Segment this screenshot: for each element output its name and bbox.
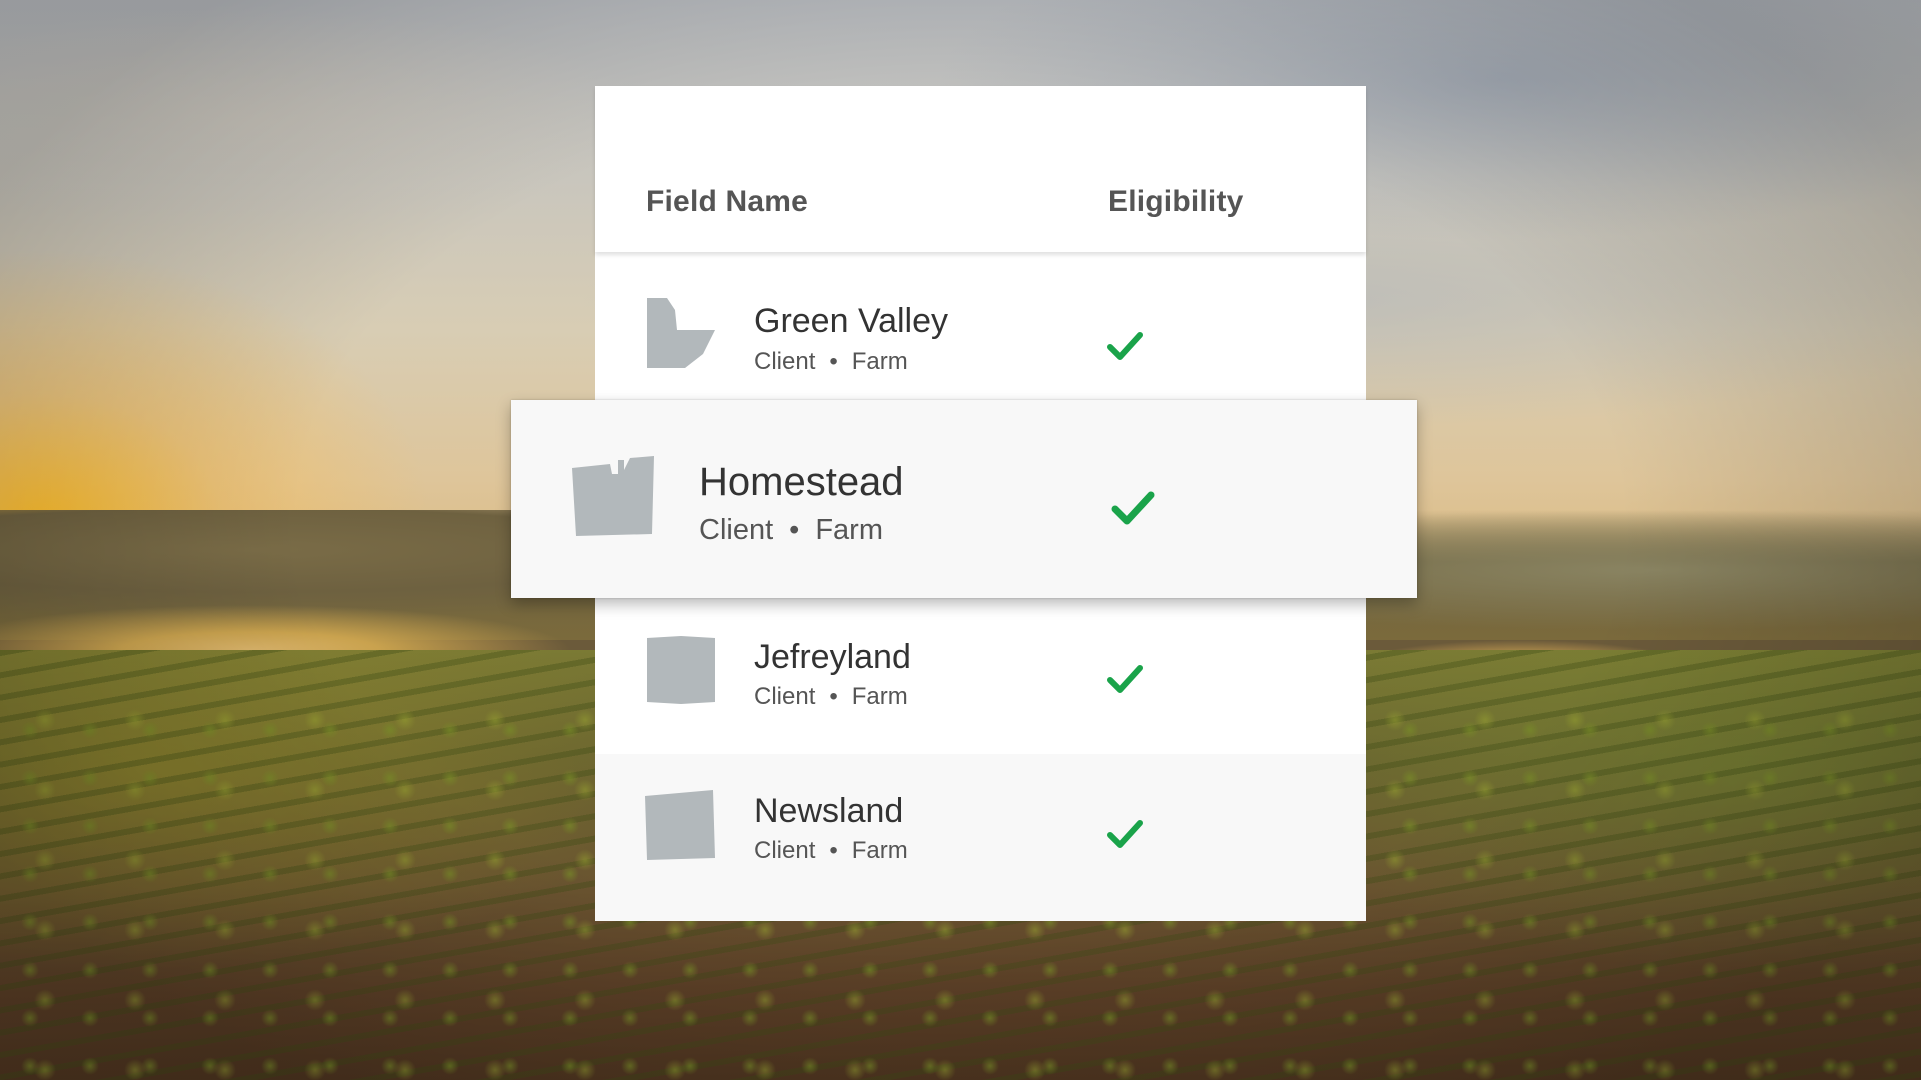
field-name: Green Valley [754, 302, 949, 340]
field-boundary-icon [647, 298, 715, 368]
separator-dot: • [789, 514, 800, 546]
column-header-field-name[interactable]: Field Name [646, 185, 808, 219]
client-label: Client [754, 683, 816, 710]
check-icon [1107, 665, 1143, 693]
check-icon [1107, 820, 1143, 848]
table-row[interactable]: Green Valley Client • Farm [595, 252, 1366, 419]
field-boundary-icon [572, 456, 654, 536]
field-meta: Client • Farm [754, 683, 908, 711]
farm-label: Farm [815, 514, 883, 546]
field-boundary-icon [647, 636, 715, 704]
farm-label: Farm [851, 348, 908, 375]
table-row-highlighted[interactable]: Homestead Client • Farm [511, 400, 1417, 598]
client-label: Client [699, 514, 774, 546]
check-icon [1107, 332, 1143, 360]
check-icon [1111, 491, 1155, 525]
client-label: Client [754, 837, 816, 864]
field-meta: Client • Farm [699, 514, 883, 547]
table-header: Field Name Eligibility [595, 86, 1366, 252]
field-meta: Client • Farm [754, 348, 908, 376]
table-row[interactable]: Jefreyland Client • Farm [595, 601, 1366, 769]
separator-dot: • [829, 348, 838, 375]
field-name: Jefreyland [754, 638, 911, 676]
field-name: Newsland [754, 792, 904, 830]
app-scene: Field Name Eligibility Green Valley Clie… [0, 0, 1921, 1080]
farm-label: Farm [851, 683, 908, 710]
farm-label: Farm [851, 837, 908, 864]
separator-dot: • [829, 837, 838, 864]
column-header-eligibility[interactable]: Eligibility [1108, 185, 1244, 219]
client-label: Client [754, 348, 816, 375]
field-name: Homestead [699, 460, 904, 504]
separator-dot: • [829, 683, 838, 710]
table-row[interactable]: Newsland Client • Farm [595, 754, 1366, 921]
field-boundary-icon [645, 790, 715, 860]
field-meta: Client • Farm [754, 837, 908, 865]
